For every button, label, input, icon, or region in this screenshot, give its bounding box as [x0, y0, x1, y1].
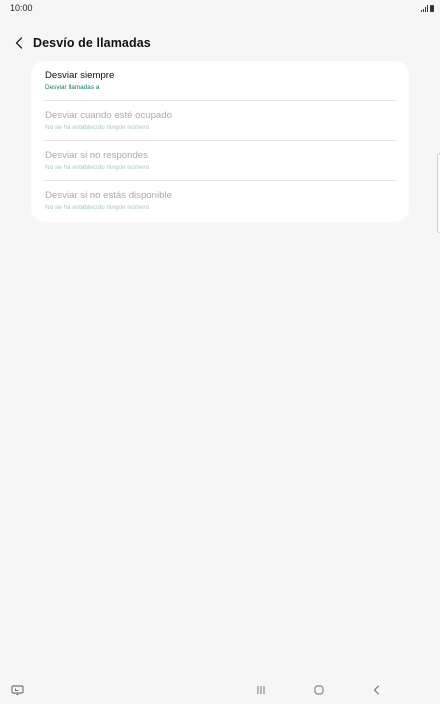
forward-when-unanswered-item[interactable]: Desviar si no respondes No se ha estable…: [43, 141, 397, 181]
page-title: Desvío de llamadas: [33, 36, 151, 50]
app-header: Desvío de llamadas: [12, 33, 151, 53]
back-button[interactable]: [12, 33, 26, 53]
status-time: 10:00: [10, 3, 33, 13]
navigation-bar: [0, 676, 440, 704]
home-button[interactable]: [311, 684, 327, 696]
status-icons: [421, 4, 434, 12]
item-title: Desviar cuando esté ocupado: [45, 109, 172, 121]
forward-when-busy-item[interactable]: Desviar cuando esté ocupado No se ha est…: [43, 101, 397, 141]
item-subtitle: Desviar llamadas a: [45, 83, 100, 91]
signal-icon: [421, 4, 428, 12]
item-title: Desviar si no respondes: [45, 149, 148, 161]
forward-when-unreachable-item[interactable]: Desviar si no estás disponible No se ha …: [43, 181, 397, 221]
forward-always-item[interactable]: Desviar siempre Desviar llamadas a: [43, 61, 397, 101]
item-title: Desviar si no estás disponible: [45, 190, 172, 201]
item-subtitle: No se ha establecido ningún número: [45, 204, 150, 211]
item-subtitle: No se ha establecido ningún número: [45, 123, 150, 131]
keyboard-icon: [11, 685, 23, 695]
nav-back-button[interactable]: [369, 684, 385, 696]
status-bar: 10:00: [0, 0, 440, 16]
chevron-left-icon: [15, 37, 23, 49]
forwarding-options-card: Desviar siempre Desviar llamadas a Desvi…: [31, 61, 409, 222]
battery-icon: [430, 4, 434, 12]
keyboard-button[interactable]: [9, 684, 25, 696]
home-icon: [314, 685, 324, 695]
recents-icon: [257, 686, 265, 694]
item-subtitle: No se ha establecido ningún número: [45, 163, 150, 171]
nav-back-icon: [374, 685, 379, 695]
recents-button[interactable]: [253, 684, 269, 696]
item-title: Desviar siempre: [45, 69, 115, 81]
